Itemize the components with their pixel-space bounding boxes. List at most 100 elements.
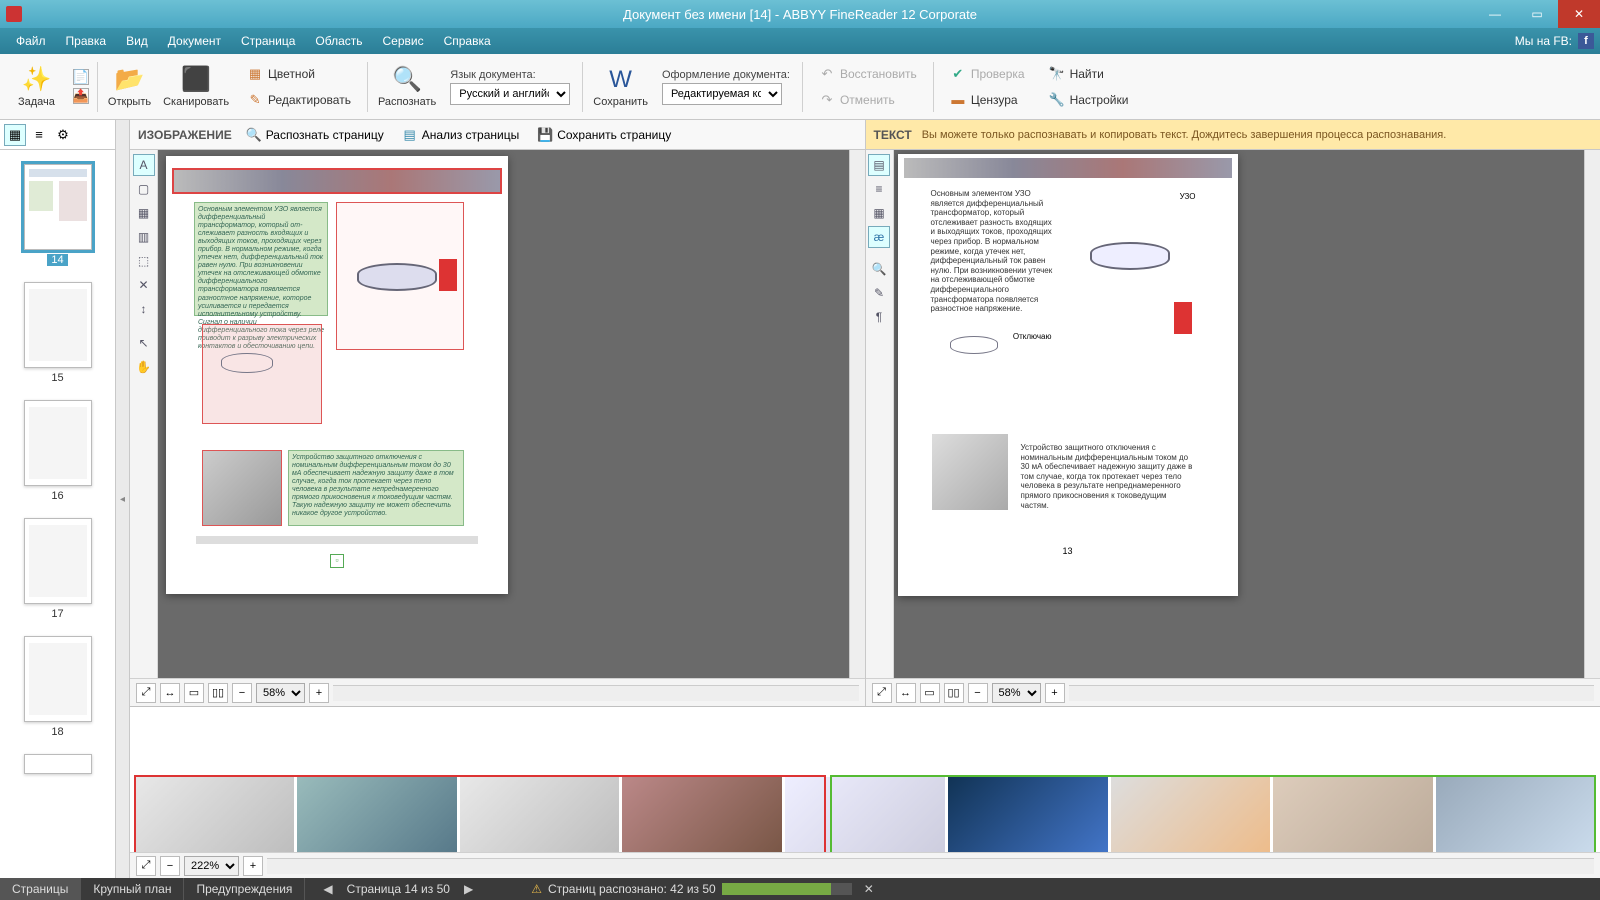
analyze-page-button[interactable]: ▤Анализ страницы [398,125,524,145]
thumb-14[interactable] [24,164,92,250]
thumb-17[interactable] [24,518,92,604]
menu-service[interactable]: Сервис [373,31,434,51]
image-scroll-v[interactable] [849,150,865,678]
menu-file[interactable]: Файл [6,31,56,51]
delete-area-tool[interactable]: ✕ [133,274,155,296]
thumb-grid-icon[interactable]: ▦ [4,124,26,146]
export-icon[interactable]: 📤 [73,88,89,104]
text-props-icon[interactable]: ✎ [868,282,890,304]
find-button[interactable]: 🔭Найти [1045,64,1133,84]
magnifier-doc-icon: 🔍 [392,65,422,94]
binoculars-icon: 🔭 [1049,66,1065,82]
close-button[interactable]: ✕ [1558,0,1600,28]
plain-view-icon[interactable]: ≡ [868,178,890,200]
new-icon[interactable]: 📄 [73,69,89,85]
zoom-in-icon[interactable]: + [309,683,329,703]
pointer-tool[interactable]: ↖ [133,332,155,354]
text-scroll-v[interactable] [1584,150,1600,678]
splitter-left[interactable]: ◂ [116,120,130,878]
prev-page-icon[interactable]: ◀ [317,882,338,896]
fit-width-icon[interactable]: ↔ [160,683,180,703]
next-page-icon[interactable]: ▶ [458,882,479,896]
stop-recognition-icon[interactable]: ✕ [858,882,880,896]
picture-area-tool[interactable]: ▢ [133,178,155,200]
hand-tool[interactable]: ✋ [133,356,155,378]
text-view-icon[interactable]: ▤ [868,154,890,176]
text-scroll-h[interactable] [1069,685,1595,701]
read-button[interactable]: 🔍 Распознать [372,63,442,110]
closeup-canvas[interactable] [130,707,1600,852]
facebook-icon[interactable]: f [1578,33,1594,49]
closeup-zoom-select[interactable]: 222% [184,856,239,876]
status-tab-warnings[interactable]: Предупреждения [184,878,305,900]
closeup-selection-red[interactable] [134,775,826,852]
status-tab-pages[interactable]: Страницы [0,878,81,900]
menu-edit[interactable]: Правка [56,31,117,51]
thumb-18[interactable] [24,636,92,722]
thumb-19[interactable] [24,754,92,774]
closeup-expand-icon[interactable]: ⤢ [136,856,156,876]
thumb-list-icon[interactable]: ≡ [28,124,50,146]
table-area-tool[interactable]: ▦ [133,202,155,224]
menu-help[interactable]: Справка [434,31,501,51]
thumb-16[interactable] [24,400,92,486]
barcode-tool[interactable]: ▥ [133,226,155,248]
censor-button[interactable]: ▬Цензура [946,90,1029,110]
thumb-14-num: 14 [47,254,67,266]
text-zoom-icon[interactable]: 🔍 [868,258,890,280]
save-button[interactable]: W Сохранить [587,64,654,110]
text-zoom-out-icon[interactable]: − [968,683,988,703]
fit-page-icon[interactable]: ▭ [184,683,204,703]
restore-button[interactable]: ↶Восстановить [815,64,921,84]
text-expand-icon[interactable]: ⤢ [872,683,892,703]
closeup-zoom-out-icon[interactable]: − [160,856,180,876]
thumb-settings-icon[interactable]: ⚙ [52,124,74,146]
html-view-icon[interactable]: ▦ [868,202,890,224]
image-scroll-h[interactable] [333,685,859,701]
closeup-zoom-in-icon[interactable]: + [243,856,263,876]
folder-icon: 📂 [115,65,145,94]
color-mode-button[interactable]: ▦ Цветной [243,64,355,84]
image-canvas[interactable]: Основным элементом УЗО является диф­фере… [158,150,849,678]
closeup-scroll-h[interactable] [267,858,1594,874]
minimize-button[interactable]: — [1474,0,1516,28]
task-button[interactable]: ✨ Задача [12,63,61,110]
text-zoom-in-icon[interactable]: + [1045,683,1065,703]
verify-button[interactable]: ✔Проверка [946,64,1029,84]
maximize-button[interactable]: ▭ [1516,0,1558,28]
edit-image-button[interactable]: ✎ Редактировать [243,90,355,110]
scan-button[interactable]: ⬛ Сканировать [157,63,235,110]
cancel-button[interactable]: ↷Отменить [815,90,921,110]
status-tab-closeup[interactable]: Крупный план [81,878,184,900]
settings-button[interactable]: 🔧Настройки [1045,90,1133,110]
warning-icon: ⚠ [531,882,542,896]
recognition-area-tool[interactable]: ⬚ [133,250,155,272]
closeup-selection-green[interactable] [830,775,1596,852]
paragraph-icon[interactable]: ¶ [868,306,890,328]
thumb-15[interactable] [24,282,92,368]
text-two-page-icon[interactable]: ▯▯ [944,683,964,703]
menu-document[interactable]: Документ [158,31,231,51]
palette-icon: ▦ [247,66,263,82]
open-button[interactable]: 📂 Открыть [102,63,157,110]
image-zoom-select[interactable]: 58% [256,683,305,703]
save-page-button[interactable]: 💾Сохранить страницу [533,125,675,145]
read-page-button[interactable]: 🔍Распознать страницу [242,125,388,145]
text-area-tool[interactable]: A [133,154,155,176]
text-fit-page-icon[interactable]: ▭ [920,683,940,703]
thumbnail-list[interactable]: 14 15 16 17 18 [0,150,115,878]
two-page-icon[interactable]: ▯▯ [208,683,228,703]
text-zoom-select[interactable]: 58% [992,683,1041,703]
text-canvas[interactable]: Основным элементом УЗО является дифферен… [894,150,1585,678]
language-select[interactable]: Русский и английский [450,83,570,105]
menu-view[interactable]: Вид [116,31,158,51]
menu-page[interactable]: Страница [231,31,305,51]
show-chars-icon[interactable]: æ [868,226,890,248]
app-icon [6,6,22,22]
layout-select[interactable]: Редактируемая копия [662,83,782,105]
order-tool[interactable]: ↕ [133,298,155,320]
menu-area[interactable]: Область [305,31,372,51]
expand-up-icon[interactable]: ⤢ [136,683,156,703]
zoom-out-icon[interactable]: − [232,683,252,703]
text-fit-width-icon[interactable]: ↔ [896,683,916,703]
